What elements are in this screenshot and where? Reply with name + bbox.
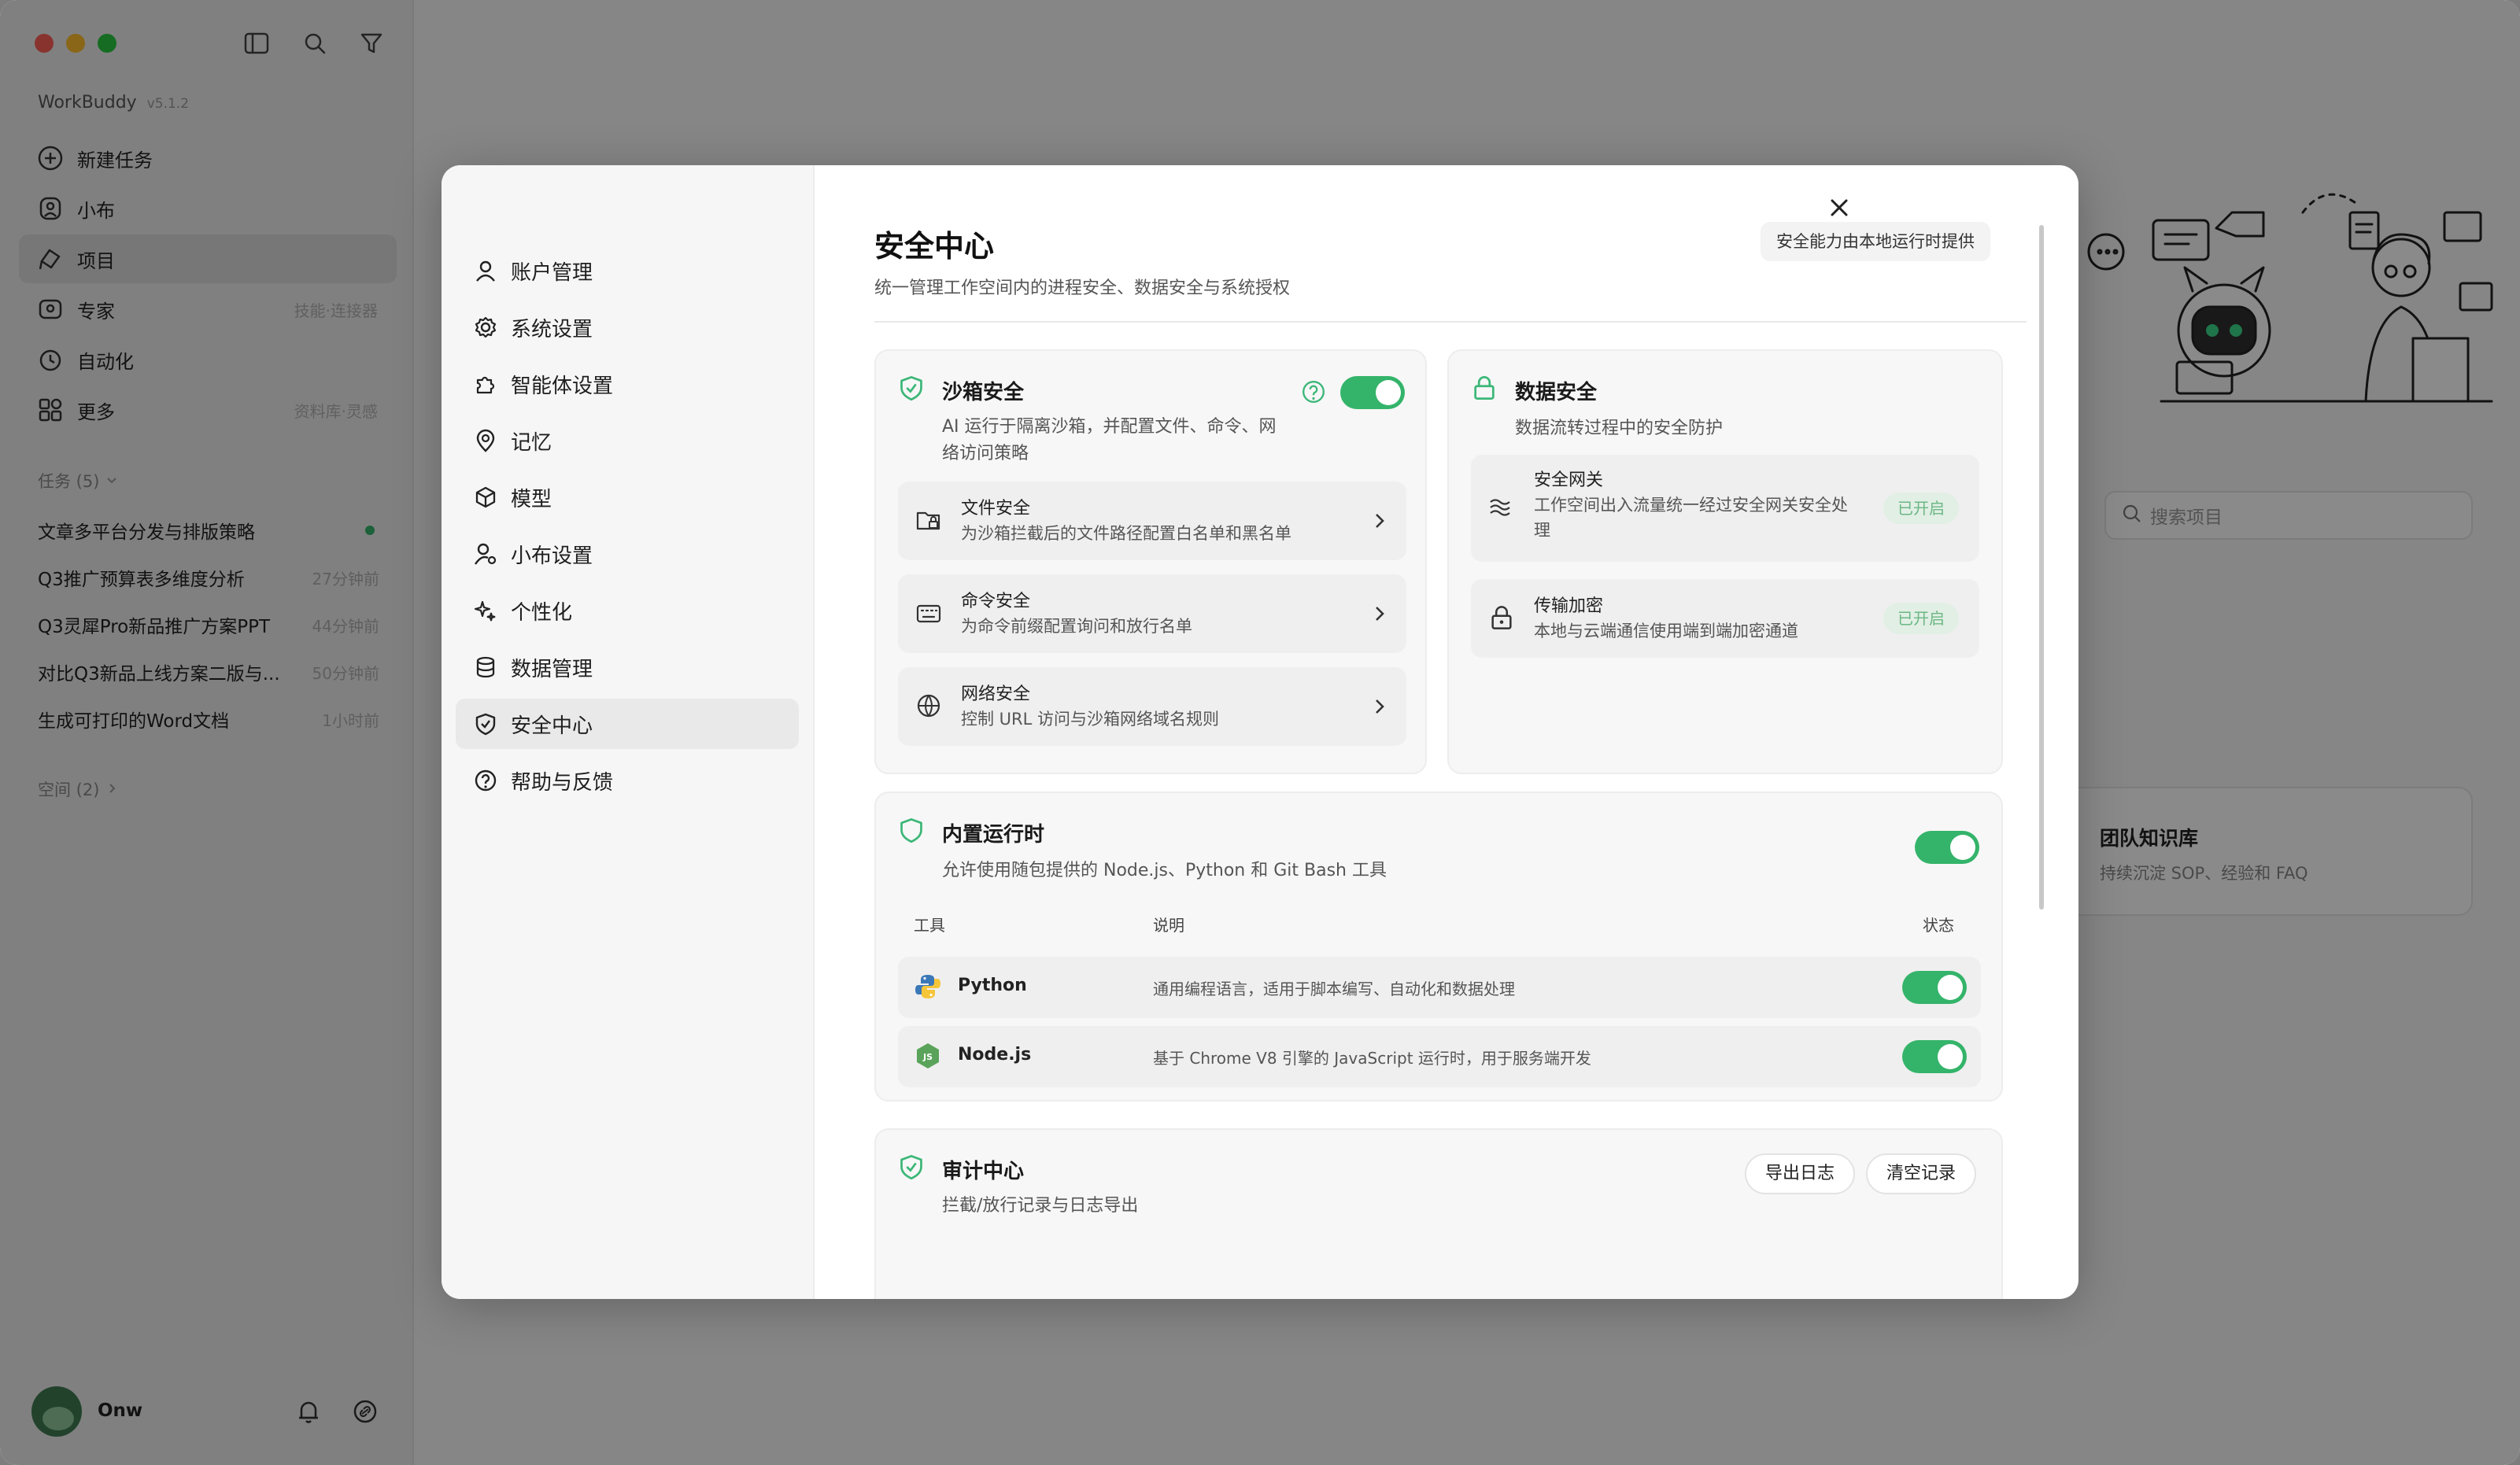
table-row: Python 通用编程语言，适用于脚本编写、自动化和数据处理: [898, 957, 1981, 1018]
security-gateway-row: 安全网关 工作空间出入流量统一经过安全网关安全处 理 已开启: [1471, 455, 1979, 562]
nav-system[interactable]: 系统设置: [456, 302, 799, 352]
nav-model[interactable]: 模型: [456, 472, 799, 522]
runtime-card: 内置运行时 允许使用随包提供的 Node.js、Python 和 Git Bas…: [874, 792, 2003, 1102]
puzzle-icon: [471, 370, 500, 398]
row-description: 为沙箱拦截后的文件路径配置白名单和黑名单: [961, 524, 1291, 543]
card-description: 允许使用随包提供的 Node.js、Python 和 Git Bash 工具: [942, 861, 1387, 880]
tool-description: 通用编程语言，适用于脚本编写、自动化和数据处理: [1153, 980, 1515, 998]
command-security-row[interactable]: 命令安全 为命令前缀配置询问和放行名单: [898, 574, 1406, 653]
python-icon: [914, 972, 942, 1004]
user-settings-icon: [471, 540, 500, 568]
nav-label: 账户管理: [511, 260, 593, 285]
nav-data[interactable]: 数据管理: [456, 642, 799, 692]
chevron-right-icon: [1372, 511, 1387, 533]
user-icon: [471, 256, 500, 285]
table-row: JS Node.js 基于 Chrome V8 引擎的 JavaScript 运…: [898, 1026, 1981, 1087]
row-description: 为命令前缀配置询问和放行名单: [961, 617, 1192, 636]
settings-nav: 账户管理 系统设置 智能体设置 记忆 模型 小布设置 个性化 数据管理 安全中心…: [442, 165, 815, 1299]
folder-lock-icon: [915, 507, 942, 537]
card-description: 拦截/放行记录与日志导出: [942, 1196, 1139, 1216]
tool-description: 基于 Chrome V8 引擎的 JavaScript 运行时，用于服务端开发: [1153, 1049, 1591, 1068]
row-title: 安全网关: [1534, 470, 1604, 490]
file-security-row[interactable]: 文件安全 为沙箱拦截后的文件路径配置白名单和黑名单: [898, 482, 1406, 560]
audit-center-card: 审计中心 拦截/放行记录与日志导出 导出日志 清空记录: [874, 1128, 2003, 1299]
sandbox-toggle[interactable]: [1340, 376, 1405, 409]
settings-modal: 账户管理 系统设置 智能体设置 记忆 模型 小布设置 个性化 数据管理 安全中心…: [442, 165, 2078, 1299]
tool-name: Node.js: [958, 1045, 1032, 1065]
nodejs-icon: JS: [914, 1042, 942, 1073]
nav-label: 帮助与反馈: [511, 770, 614, 795]
row-title: 网络安全: [961, 685, 1031, 704]
nodejs-toggle[interactable]: [1902, 1040, 1967, 1073]
help-circle-icon: [471, 766, 500, 795]
divider: [874, 321, 2027, 323]
card-description: AI 运行于隔离沙箱，并配置文件、命令、网 络访问策略: [942, 417, 1277, 463]
status-badge: 已开启: [1883, 493, 1959, 524]
nav-help[interactable]: 帮助与反馈: [456, 755, 799, 806]
nav-agent[interactable]: 智能体设置: [456, 359, 799, 409]
shield-check-icon: [898, 375, 925, 404]
help-circle-icon[interactable]: [1301, 379, 1326, 408]
nav-personalize[interactable]: 个性化: [456, 585, 799, 636]
row-description: 本地与云端通信使用端到端加密通道: [1534, 622, 1798, 640]
network-security-row[interactable]: 网络安全 控制 URL 访问与沙箱网络域名规则: [898, 667, 1406, 746]
gear-icon: [471, 313, 500, 341]
transport-encryption-row: 传输加密 本地与云端通信使用端到端加密通道 已开启: [1471, 579, 1979, 658]
close-icon[interactable]: [1823, 192, 1855, 223]
nav-security[interactable]: 安全中心: [456, 699, 799, 749]
nav-account[interactable]: 账户管理: [456, 245, 799, 296]
lock-icon: [1471, 375, 1498, 404]
nav-label: 系统设置: [511, 317, 593, 341]
column-header-status: 状态: [1923, 916, 1954, 935]
nav-label: 智能体设置: [511, 374, 614, 398]
nav-memory[interactable]: 记忆: [456, 415, 799, 466]
security-panel: 安全中心 统一管理工作空间内的进程安全、数据安全与系统授权 安全能力由本地运行时…: [815, 165, 2078, 1299]
row-title: 文件安全: [961, 499, 1031, 518]
column-header-tool: 工具: [914, 916, 945, 935]
chevron-right-icon: [1372, 604, 1387, 626]
database-icon: [471, 653, 500, 681]
globe-icon: [915, 692, 942, 722]
status-badge: 已开启: [1883, 603, 1959, 634]
card-title: 内置运行时: [942, 823, 1045, 847]
scrollbar-thumb[interactable]: [2039, 225, 2044, 910]
card-title: 审计中心: [942, 1160, 1025, 1183]
export-log-button[interactable]: 导出日志: [1745, 1153, 1855, 1194]
runtime-toggle[interactable]: [1915, 831, 1979, 864]
keyboard-icon: [915, 600, 942, 629]
shield-icon: [898, 817, 925, 847]
nav-label: 数据管理: [511, 657, 593, 681]
row-title: 命令安全: [961, 592, 1031, 611]
nav-label: 个性化: [511, 600, 573, 625]
row-title: 传输加密: [1534, 596, 1604, 616]
python-toggle[interactable]: [1902, 971, 1967, 1004]
row-description: 控制 URL 访问与沙箱网络域名规则: [961, 710, 1220, 729]
cube-icon: [471, 483, 500, 511]
nav-label: 记忆: [511, 430, 552, 455]
sandbox-security-card: 沙箱安全 AI 运行于隔离沙箱，并配置文件、命令、网 络访问策略 文件安全 为沙…: [874, 349, 1427, 774]
page-subtitle: 统一管理工作空间内的进程安全、数据安全与系统授权: [874, 279, 1291, 298]
nav-label: 小布设置: [511, 544, 593, 568]
lock-icon: [1488, 604, 1515, 634]
waves-icon: [1488, 494, 1515, 524]
data-security-card: 数据安全 数据流转过程中的安全防护 安全网关 工作空间出入流量统一经过安全网关安…: [1447, 349, 2003, 774]
card-title: 数据安全: [1515, 381, 1598, 404]
runtime-tag: 安全能力由本地运行时提供: [1761, 222, 1990, 261]
shield-check-icon: [898, 1153, 925, 1183]
card-title: 沙箱安全: [942, 381, 1025, 404]
column-header-desc: 说明: [1153, 916, 1184, 935]
svg-text:JS: JS: [922, 1052, 933, 1062]
nav-label: 模型: [511, 487, 552, 511]
row-description: 工作空间出入流量统一经过安全网关安全处 理: [1534, 496, 1848, 540]
nav-xiaobu-settings[interactable]: 小布设置: [456, 529, 799, 579]
shield-icon: [471, 710, 500, 738]
sparkle-icon: [471, 596, 500, 625]
page-title: 安全中心: [874, 229, 995, 264]
tool-name: Python: [958, 976, 1027, 995]
chevron-right-icon: [1372, 697, 1387, 719]
nav-label: 安全中心: [511, 714, 593, 738]
location-pin-icon: [471, 426, 500, 455]
card-description: 数据流转过程中的安全防护: [1515, 419, 1724, 438]
clear-records-button[interactable]: 清空记录: [1866, 1153, 1976, 1194]
